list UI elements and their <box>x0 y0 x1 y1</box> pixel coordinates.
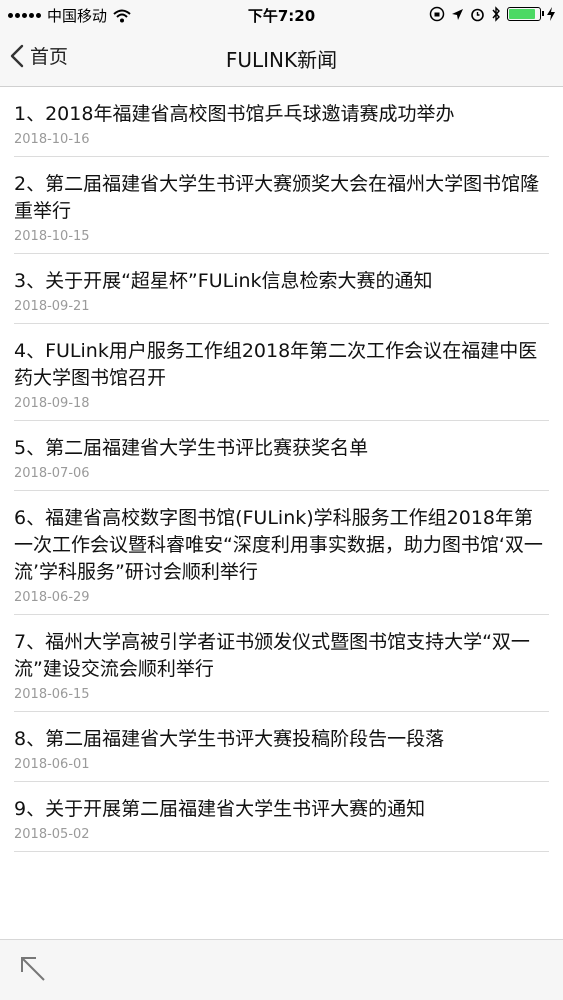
news-date: 2018-10-15 <box>14 229 90 244</box>
news-date: 2018-09-21 <box>14 299 90 314</box>
news-title: 8、第二届福建省大学生书评大赛投稿阶段告一段落 <box>14 728 445 750</box>
bluetooth-icon <box>492 6 500 22</box>
status-right <box>429 6 555 22</box>
news-title: 5、第二届福建省大学生书评比赛获奖名单 <box>14 437 369 459</box>
navigation-bar: 首页 FULINK新闻 <box>0 30 563 87</box>
news-title: 1、2018年福建省高校图书馆乒乓球邀请赛成功举办 <box>14 103 455 125</box>
open-external-icon[interactable] <box>18 954 48 984</box>
news-date: 2018-05-02 <box>14 827 90 842</box>
charging-icon <box>547 7 555 21</box>
news-item[interactable]: 5、第二届福建省大学生书评比赛获奖名单 2018-07-06 <box>0 421 563 491</box>
news-title: 2、第二届福建省大学生书评大赛颁奖大会在福州大学图书馆隆重举行 <box>14 173 540 222</box>
news-date: 2018-10-16 <box>14 132 90 147</box>
news-title: 3、关于开展“超星杯”FULink信息检索大赛的通知 <box>14 270 433 292</box>
news-date: 2018-06-15 <box>14 687 90 702</box>
news-item[interactable]: 6、福建省高校数字图书馆(FULink)学科服务工作组2018年第一次工作会议暨… <box>0 491 563 615</box>
news-item[interactable]: 1、2018年福建省高校图书馆乒乓球邀请赛成功举办 2018-10-16 <box>0 87 563 157</box>
news-item[interactable]: 7、福州大学高被引学者证书颁发仪式暨图书馆支持大学“双一流”建设交流会顺利举行 … <box>0 615 563 712</box>
news-item[interactable]: 2、第二届福建省大学生书评大赛颁奖大会在福州大学图书馆隆重举行 2018-10-… <box>0 157 563 254</box>
news-title: 4、FULink用户服务工作组2018年第二次工作会议在福建中医药大学图书馆召开 <box>14 340 538 389</box>
news-date: 2018-07-06 <box>14 466 90 481</box>
page-title: FULINK新闻 <box>225 48 338 72</box>
news-date: 2018-06-29 <box>14 590 90 605</box>
news-date: 2018-06-01 <box>14 757 90 772</box>
battery-icon <box>507 7 544 21</box>
bottom-toolbar <box>0 939 563 1000</box>
news-title: 9、关于开展第二届福建省大学生书评大赛的通知 <box>14 798 426 820</box>
alarm-icon <box>471 8 484 21</box>
news-date: 2018-09-18 <box>14 396 90 411</box>
news-title: 6、福建省高校数字图书馆(FULink)学科服务工作组2018年第一次工作会议暨… <box>14 507 543 583</box>
location-icon <box>452 8 463 20</box>
news-item[interactable]: 9、关于开展第二届福建省大学生书评大赛的通知 2018-05-02 <box>0 782 563 852</box>
status-bar: 中国移动 下午7:20 <box>0 0 563 30</box>
screen: 中国移动 下午7:20 首页 FULINK新闻 1、2018年福建省高校图书馆乒… <box>0 0 563 1000</box>
news-item[interactable]: 8、第二届福建省大学生书评大赛投稿阶段告一段落 2018-06-01 <box>0 712 563 782</box>
news-item[interactable]: 4、FULink用户服务工作组2018年第二次工作会议在福建中医药大学图书馆召开… <box>0 324 563 421</box>
orientation-lock-icon <box>429 6 445 22</box>
news-list: 1、2018年福建省高校图书馆乒乓球邀请赛成功举办 2018-10-16 2、第… <box>0 87 563 852</box>
news-item[interactable]: 3、关于开展“超星杯”FULink信息检索大赛的通知 2018-09-21 <box>0 254 563 324</box>
news-title: 7、福州大学高被引学者证书颁发仪式暨图书馆支持大学“双一流”建设交流会顺利举行 <box>14 631 530 680</box>
